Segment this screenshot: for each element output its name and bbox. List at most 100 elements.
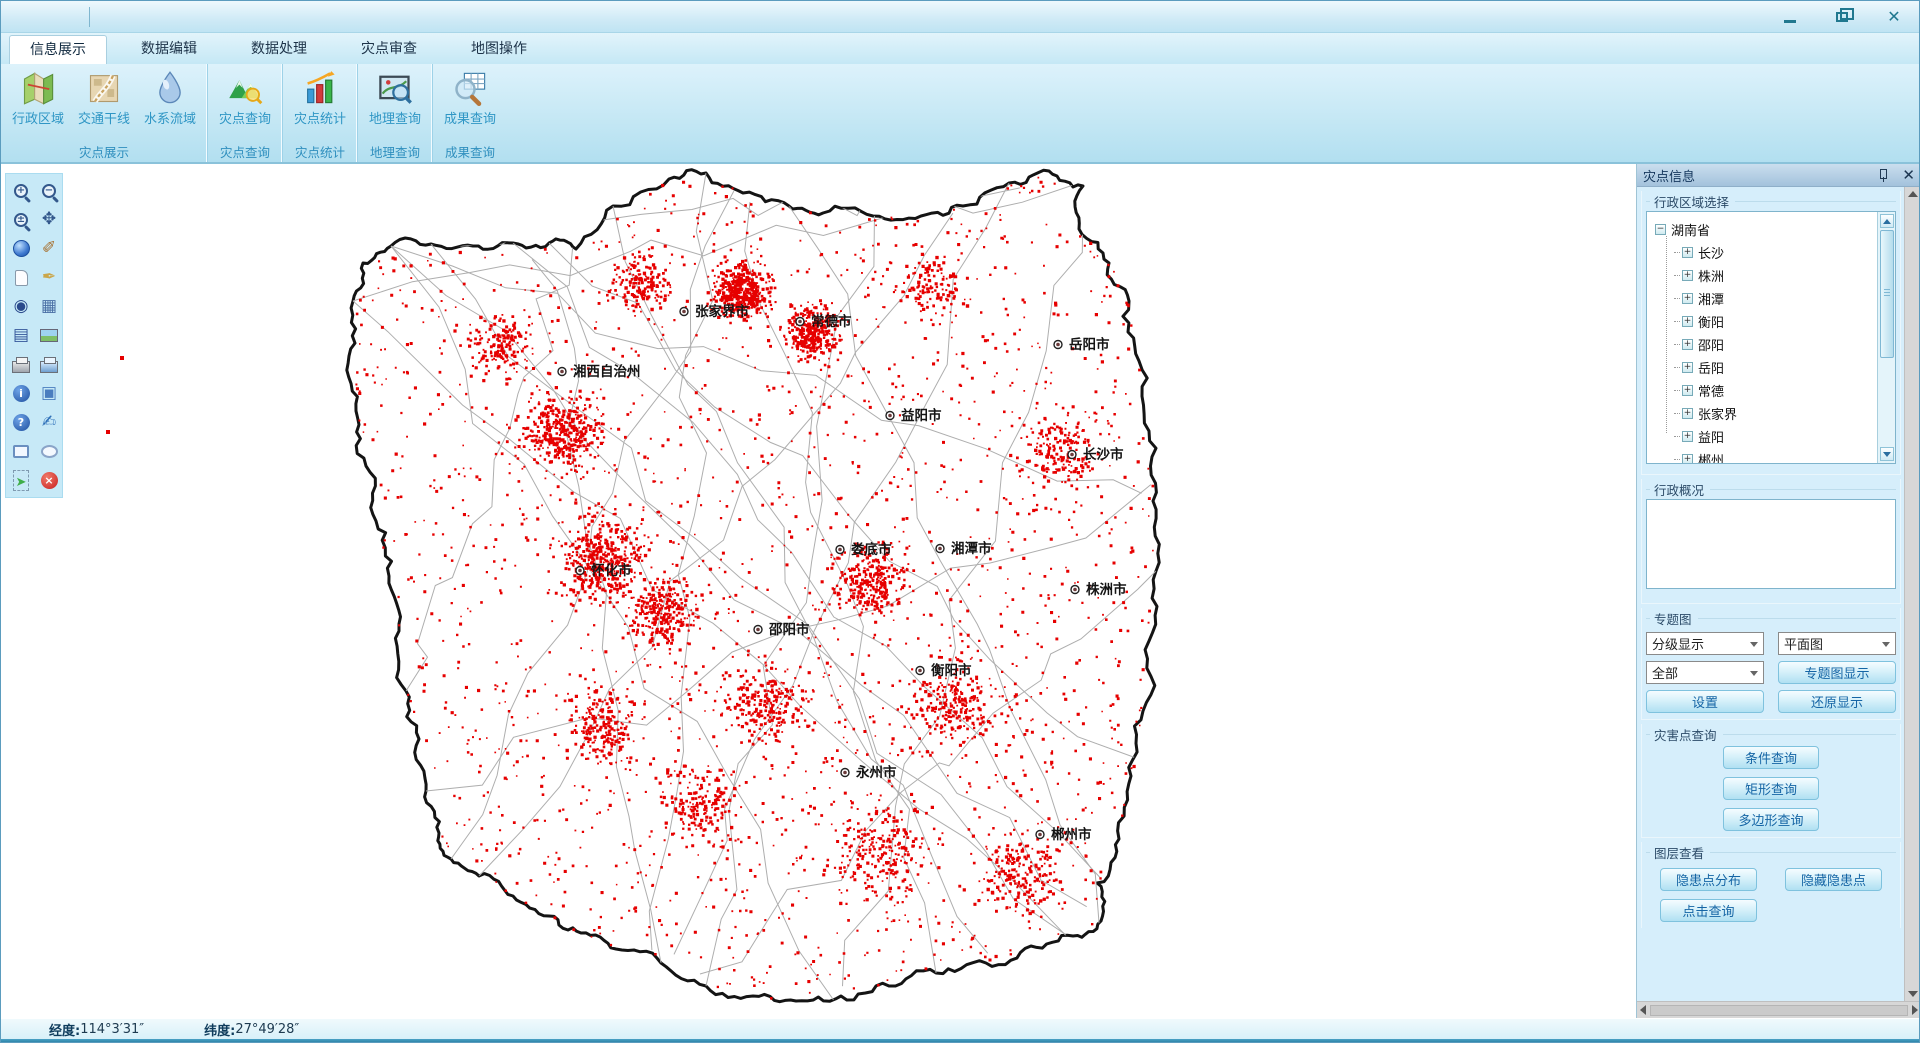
- tree-node-9[interactable]: +益阳: [1655, 425, 1877, 448]
- table-magnifier-button[interactable]: 成果查询: [437, 66, 503, 142]
- tree-node-root[interactable]: −湖南省: [1655, 218, 1877, 241]
- brush-tool[interactable]: ✒: [35, 263, 63, 292]
- scope-select[interactable]: 全部: [1646, 661, 1764, 684]
- map-canvas[interactable]: 张家界市常德市岳阳市湘西自治州益阳市长沙市娄底市湘潭市怀化市株洲市邵阳市衡阳市永…: [1, 164, 1636, 1018]
- tree-node-label: 邵阳: [1698, 335, 1724, 354]
- expand-icon[interactable]: +: [1682, 293, 1693, 304]
- zoom-extent-tool[interactable]: ±: [7, 205, 35, 234]
- tab-1[interactable]: 信息展示: [9, 35, 107, 64]
- settings-button[interactable]: 设置: [1646, 690, 1764, 713]
- tab-5[interactable]: 地图操作: [451, 35, 547, 64]
- scroll-down-icon[interactable]: [1908, 991, 1918, 997]
- overview-textarea[interactable]: [1646, 499, 1896, 589]
- panel-vertical-scrollbar[interactable]: [1904, 187, 1920, 1001]
- minimize-button[interactable]: [1777, 7, 1803, 27]
- zoom-in-tool[interactable]: +: [7, 176, 35, 205]
- expand-icon[interactable]: +: [1682, 431, 1693, 442]
- map-magnifier-button[interactable]: 地理查询: [362, 66, 428, 142]
- thematic-show-button[interactable]: 专题图显示: [1778, 661, 1896, 684]
- panel-close-icon[interactable]: ✕: [1902, 168, 1915, 183]
- tree-scroll-down-icon[interactable]: [1880, 447, 1894, 461]
- scroll-right-icon[interactable]: [1912, 1005, 1918, 1015]
- tree-scroll-thumb[interactable]: [1880, 230, 1894, 358]
- restore-button[interactable]: [1829, 7, 1855, 27]
- expand-icon[interactable]: +: [1682, 270, 1693, 281]
- grade-display-select[interactable]: 分级显示: [1646, 632, 1764, 655]
- admin-region-map-button[interactable]: 行政区域: [5, 66, 71, 142]
- expand-icon[interactable]: +: [1682, 316, 1693, 327]
- panel-title: 灾点信息: [1643, 166, 1876, 185]
- tree-node-4[interactable]: +衡阳: [1655, 310, 1877, 333]
- globe-tool[interactable]: [7, 234, 35, 263]
- tree-node-3[interactable]: +湘潭: [1655, 287, 1877, 310]
- close-button[interactable]: ✕: [1881, 7, 1907, 27]
- tree-node-1[interactable]: +长沙: [1655, 241, 1877, 264]
- pin-icon[interactable]: [1876, 168, 1890, 182]
- horizontal-scroll-thumb[interactable]: [1650, 1005, 1908, 1016]
- tree-node-8[interactable]: + 张家界: [1655, 402, 1877, 425]
- attribute-table-tool[interactable]: ▦: [35, 292, 63, 321]
- polygon-query-button[interactable]: 多边形查询: [1723, 808, 1819, 831]
- ellipse-select-tool[interactable]: [35, 437, 63, 466]
- measure-tool[interactable]: ✐: [35, 234, 63, 263]
- stray-disaster-point: [106, 430, 110, 434]
- zoom-out-tool[interactable]: −: [35, 176, 63, 205]
- tree-node-label: 张家界: [1698, 404, 1737, 423]
- rectangle-query-button[interactable]: 矩形查询: [1723, 777, 1819, 800]
- tree-node-10[interactable]: +郴州: [1655, 448, 1877, 463]
- mountain-search-button[interactable]: 灾点查询: [212, 66, 278, 142]
- tab-2[interactable]: 数据编辑: [121, 35, 217, 64]
- expand-icon[interactable]: +: [1682, 408, 1693, 419]
- tree-scrollbar[interactable]: [1877, 212, 1895, 463]
- bar-chart-button[interactable]: 灾点统计: [287, 66, 353, 142]
- pan-icon: ✥: [42, 211, 56, 228]
- expand-icon[interactable]: +: [1682, 339, 1693, 350]
- measure-icon: ✐: [42, 240, 56, 257]
- sketch-tool[interactable]: ✍: [35, 408, 63, 437]
- legend-window-tool[interactable]: ▤: [7, 321, 35, 350]
- blank-page-tool[interactable]: [7, 263, 35, 292]
- collapse-icon[interactable]: −: [1655, 224, 1666, 235]
- pointer-select-icon: ➤: [13, 470, 30, 491]
- tab-3[interactable]: 数据处理: [231, 35, 327, 64]
- tree-node-label: 常德: [1698, 381, 1724, 400]
- tab-4[interactable]: 灾点审查: [341, 35, 437, 64]
- print-tool[interactable]: [7, 350, 35, 379]
- tree-node-2[interactable]: +株洲: [1655, 264, 1877, 287]
- tree-node-7[interactable]: + 常德: [1655, 379, 1877, 402]
- pan-tool[interactable]: ✥: [35, 205, 63, 234]
- refresh-view-tool[interactable]: ◉: [7, 292, 35, 321]
- expand-icon[interactable]: +: [1682, 362, 1693, 373]
- svg-text:怀化市: 怀化市: [591, 562, 632, 579]
- image-export-tool[interactable]: [35, 321, 63, 350]
- condition-query-button[interactable]: 条件查询: [1723, 746, 1819, 769]
- scroll-up-icon[interactable]: [1908, 191, 1918, 197]
- expand-icon[interactable]: +: [1682, 454, 1693, 463]
- tree-node-6[interactable]: + 岳阳: [1655, 356, 1877, 379]
- ribbon-group-label: 地理查询: [362, 142, 428, 162]
- tree-node-label: 岳阳: [1698, 358, 1724, 377]
- click-query-button[interactable]: 点击查询: [1660, 899, 1757, 922]
- pointer-select-tool[interactable]: ➤: [7, 466, 35, 495]
- clear-selection-tool[interactable]: ×: [35, 466, 63, 495]
- tree-scroll-up-icon[interactable]: [1880, 214, 1894, 228]
- hazard-distribution-button[interactable]: 隐患点分布: [1660, 868, 1757, 891]
- panel-horizontal-scrollbar[interactable]: [1637, 1001, 1920, 1018]
- expand-icon[interactable]: +: [1682, 247, 1693, 258]
- traffic-lines-map-button[interactable]: 交通干线: [71, 66, 137, 142]
- scroll-left-icon[interactable]: [1640, 1005, 1646, 1015]
- tree-node-5[interactable]: + 邵阳: [1655, 333, 1877, 356]
- expand-icon[interactable]: +: [1682, 385, 1693, 396]
- map-type-select[interactable]: 平面图: [1778, 632, 1896, 655]
- ribbon-group-label: 灾点展示: [5, 142, 203, 162]
- restore-display-button[interactable]: 还原显示: [1778, 690, 1896, 713]
- overview-window-tool[interactable]: ▣: [35, 379, 63, 408]
- help-tool[interactable]: ?: [7, 408, 35, 437]
- water-drop-button[interactable]: 水系流域: [137, 66, 203, 142]
- globe-icon: [13, 240, 30, 257]
- chevron-down-icon: [1750, 642, 1758, 647]
- rectangle-select-tool[interactable]: [7, 437, 35, 466]
- print-preview-tool[interactable]: [35, 350, 63, 379]
- hide-hazard-points-button[interactable]: 隐藏隐患点: [1785, 868, 1882, 891]
- identify-info-tool[interactable]: i: [7, 379, 35, 408]
